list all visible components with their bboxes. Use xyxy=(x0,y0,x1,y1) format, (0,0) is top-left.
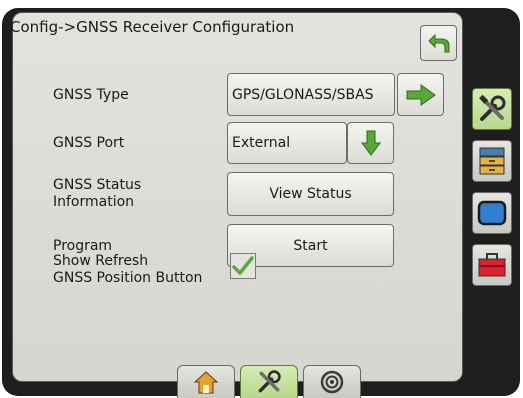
side-tab-file-cabinet[interactable] xyxy=(472,140,512,182)
view-status-label: View Status xyxy=(269,186,352,202)
bottom-tab-target[interactable] xyxy=(303,365,361,398)
gnss-status-label-line2: Information xyxy=(53,194,135,210)
view-status-button[interactable]: View Status xyxy=(227,172,394,216)
show-refresh-label: Show Refresh GNSS Position Button xyxy=(53,253,202,287)
back-button[interactable] xyxy=(420,25,457,61)
gnss-type-next-button[interactable] xyxy=(397,73,444,116)
side-tab-toolbox[interactable] xyxy=(472,244,512,286)
side-tab-tools[interactable] xyxy=(472,88,512,130)
start-label: Start xyxy=(293,237,328,254)
gnss-port-value: External xyxy=(232,135,291,151)
target-icon xyxy=(320,370,344,394)
gnss-port-dropdown-button[interactable] xyxy=(347,122,394,164)
checkmark-icon xyxy=(232,256,254,275)
show-refresh-label-line2: GNSS Position Button xyxy=(53,270,203,286)
tools-icon xyxy=(258,370,281,393)
tools-icon xyxy=(479,94,506,121)
page-title: Config->GNSS Receiver Configuration xyxy=(10,18,295,36)
gnss-type-select[interactable]: GPS/GLONASS/SBAS xyxy=(227,73,395,116)
gnss-status-label: GNSS Status Information xyxy=(53,177,141,211)
side-tab-display[interactable] xyxy=(472,192,512,234)
gnss-port-label: GNSS Port xyxy=(53,135,125,151)
show-refresh-label-line1: Show Refresh xyxy=(53,253,149,269)
toolbox-icon xyxy=(478,253,506,277)
display-icon xyxy=(477,200,507,226)
show-refresh-checkbox[interactable] xyxy=(230,253,256,279)
gnss-type-value: GPS/GLONASS/SBAS xyxy=(232,86,374,103)
bottom-tab-tools[interactable] xyxy=(240,365,298,398)
home-icon xyxy=(193,371,219,394)
right-arrow-icon xyxy=(406,83,436,106)
gnss-status-label-line1: GNSS Status xyxy=(53,177,142,193)
down-arrow-icon xyxy=(360,130,381,156)
file-cabinet-icon xyxy=(479,147,505,175)
back-arrow-icon xyxy=(427,33,449,53)
bottom-tab-home[interactable] xyxy=(177,365,235,398)
gnss-port-select[interactable]: External xyxy=(227,122,347,164)
gnss-type-label: GNSS Type xyxy=(53,87,129,103)
